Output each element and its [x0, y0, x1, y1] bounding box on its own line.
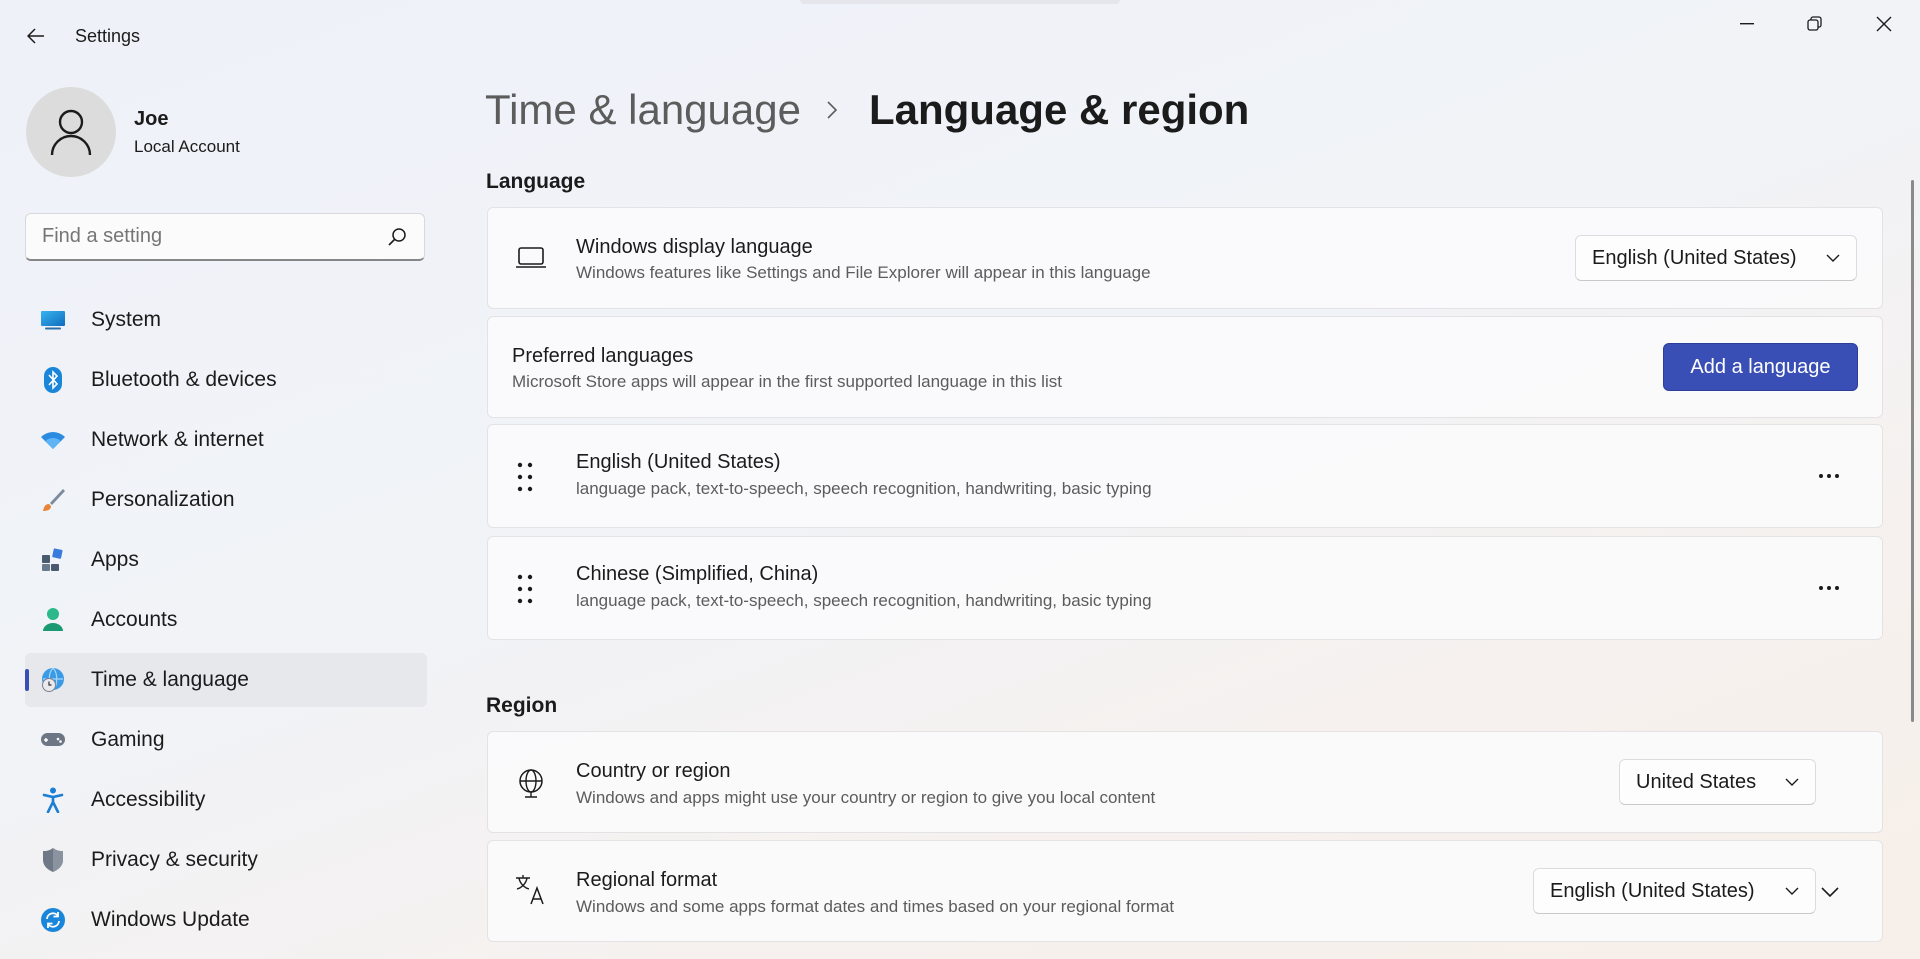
section-title-language: Language: [486, 170, 586, 193]
sidebar-item-label: Network & internet: [91, 428, 264, 451]
sidebar-item-label: Personalization: [91, 488, 235, 511]
sidebar-item-label: Accounts: [91, 608, 178, 631]
setting-title: Windows display language: [576, 236, 813, 258]
user-profile[interactable]: Joe Local Account: [26, 87, 240, 177]
globe-icon: [515, 767, 547, 799]
close-icon: [1876, 16, 1892, 32]
setting-title: Regional format: [576, 869, 718, 891]
setting-title: Preferred languages: [512, 345, 694, 367]
chevron-down-icon: [1826, 254, 1840, 262]
dropdown-value: English (United States): [1592, 246, 1797, 269]
sidebar-item-apps[interactable]: Apps: [25, 533, 427, 587]
chevron-right-icon: [827, 99, 843, 121]
language-name: English (United States): [576, 451, 781, 473]
add-language-button[interactable]: Add a language: [1663, 343, 1858, 391]
sidebar-item-windows-update[interactable]: Windows Update: [25, 893, 427, 947]
sidebar-item-gaming[interactable]: Gaming: [25, 713, 427, 767]
restore-icon: [1807, 16, 1822, 31]
expand-button[interactable]: [1810, 872, 1850, 912]
profile-name: Joe: [134, 107, 169, 130]
title-bar: Settings: [0, 0, 1920, 72]
more-horizontal-icon: [1819, 586, 1839, 590]
apps-icon: [40, 547, 66, 573]
more-options-button[interactable]: [1809, 456, 1849, 496]
sidebar-item-label: Bluetooth & devices: [91, 368, 277, 391]
search-box[interactable]: [25, 213, 425, 261]
card-country-region: Country or region Windows and apps might…: [487, 731, 1883, 833]
setting-description: Windows and apps might use your country …: [576, 788, 1156, 807]
avatar: [26, 87, 116, 177]
person-icon: [40, 607, 66, 633]
sidebar-item-label: Privacy & security: [91, 848, 258, 871]
bluetooth-icon: [40, 367, 66, 393]
setting-title: Country or region: [576, 760, 731, 782]
drag-handle-icon[interactable]: [515, 462, 535, 492]
chevron-down-icon: [1821, 887, 1839, 898]
breadcrumb-parent[interactable]: Time & language: [485, 86, 801, 134]
chevron-down-icon: [1785, 887, 1799, 895]
card-windows-display-language: Windows display language Windows feature…: [487, 207, 1883, 309]
sidebar-item-label: Gaming: [91, 728, 165, 751]
vertical-scrollbar[interactable]: [1911, 180, 1914, 722]
globe-clock-icon: [40, 667, 66, 693]
sidebar-item-privacy-security[interactable]: Privacy & security: [25, 833, 427, 887]
brush-icon: [40, 487, 66, 513]
active-indicator: [25, 669, 29, 691]
back-button[interactable]: [20, 20, 52, 52]
restore-button[interactable]: [1792, 10, 1838, 38]
regional-format-icon: [515, 874, 547, 906]
person-avatar-icon: [50, 109, 92, 156]
wifi-icon: [40, 427, 66, 453]
update-icon: [40, 907, 66, 933]
sidebar-item-bluetooth[interactable]: Bluetooth & devices: [25, 353, 427, 407]
search-icon[interactable]: [386, 226, 408, 248]
page-title: Language & region: [868, 86, 1250, 133]
card-regional-format[interactable]: Regional format Windows and some apps fo…: [487, 840, 1883, 942]
setting-description: Microsoft Store apps will appear in the …: [512, 372, 1062, 391]
language-features: language pack, text-to-speech, speech re…: [576, 591, 1152, 610]
setting-description: Windows features like Settings and File …: [576, 263, 1151, 282]
sidebar-item-network[interactable]: Network & internet: [25, 413, 427, 467]
sidebar-nav: System Bluetooth & devices Network & int…: [25, 293, 427, 953]
setting-description: Windows and some apps format dates and t…: [576, 897, 1175, 916]
list-item-language[interactable]: English (United States) language pack, t…: [487, 424, 1883, 528]
breadcrumb: Time & language Language & region: [485, 86, 1249, 134]
shield-icon: [40, 847, 66, 873]
sidebar-item-label: Accessibility: [91, 788, 206, 811]
search-input[interactable]: [42, 225, 386, 248]
dropdown-value: English (United States): [1550, 879, 1755, 902]
list-item-language[interactable]: Chinese (Simplified, China) language pac…: [487, 536, 1883, 640]
close-button[interactable]: [1861, 10, 1907, 38]
sidebar-item-system[interactable]: System: [25, 293, 427, 347]
sidebar-item-label: Windows Update: [91, 908, 250, 931]
app-title: Settings: [75, 26, 141, 46]
sidebar-item-time-language[interactable]: Time & language: [25, 653, 427, 707]
back-arrow-icon: [27, 28, 44, 44]
language-features: language pack, text-to-speech, speech re…: [576, 479, 1152, 498]
country-dropdown[interactable]: United States: [1619, 759, 1816, 805]
minimize-button[interactable]: [1724, 10, 1770, 38]
section-title-region: Region: [486, 694, 558, 717]
accessibility-icon: [40, 787, 66, 813]
laptop-icon: [515, 242, 547, 274]
sidebar-item-label: Time & language: [91, 668, 249, 691]
sidebar-item-accounts[interactable]: Accounts: [25, 593, 427, 647]
gamepad-icon: [40, 727, 66, 753]
system-icon: [40, 307, 66, 333]
more-options-button[interactable]: [1809, 568, 1849, 608]
minimize-icon: [1740, 23, 1754, 25]
sidebar-item-accessibility[interactable]: Accessibility: [25, 773, 427, 827]
language-name: Chinese (Simplified, China): [576, 563, 819, 585]
sidebar-item-personalization[interactable]: Personalization: [25, 473, 427, 527]
dropdown-value: United States: [1636, 770, 1757, 793]
drag-handle-icon[interactable]: [515, 574, 535, 604]
profile-account-type: Local Account: [134, 136, 240, 156]
sidebar-item-label: Apps: [91, 548, 139, 571]
display-language-dropdown[interactable]: English (United States): [1575, 235, 1857, 281]
regional-format-dropdown[interactable]: English (United States): [1533, 868, 1816, 914]
sidebar-item-label: System: [91, 308, 162, 331]
card-preferred-languages: Preferred languages Microsoft Store apps…: [487, 316, 1883, 418]
chevron-down-icon: [1785, 778, 1799, 786]
more-horizontal-icon: [1819, 474, 1839, 478]
